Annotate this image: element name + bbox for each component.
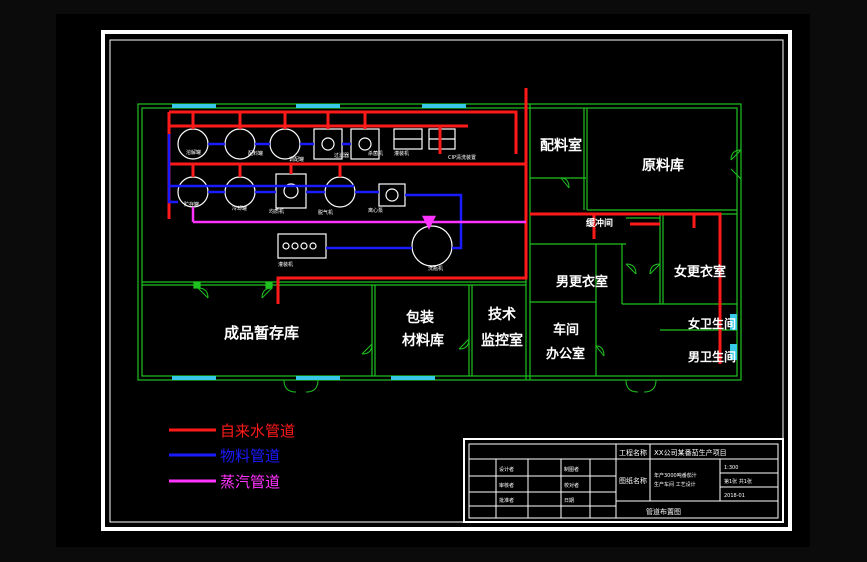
tank-5 (224, 176, 256, 208)
homogenizer (275, 173, 307, 209)
room-label-female-changing: 女更衣室 (674, 264, 726, 280)
room-label-tech: 技术 (488, 306, 516, 323)
cad-viewport: 溶解罐 配料罐 调配罐 过滤器 杀菌机 灌装机 CIP清洗装置 贮存罐 冷却罐 … (56, 14, 810, 547)
room-label-batching: 配料室 (540, 137, 582, 154)
room-labels: 配料室 原料库 缓冲间 男更衣室 女更衣室 女卫生间 男卫生间 成品暂存库 包装… (224, 137, 736, 364)
legend-label-material: 物料管道 (220, 447, 280, 465)
room-label-finished-storage: 成品暂存库 (224, 324, 299, 342)
equipment-label: 调配罐 (289, 156, 304, 163)
room-label-corridor: 缓冲间 (586, 217, 613, 229)
pipe-material (167, 134, 463, 250)
sign-reviewer: 审核者 (499, 482, 514, 489)
equipment-label: 洗瓶机 (428, 265, 443, 272)
sign-designer: 设计者 (499, 466, 514, 473)
drawing-date: 2018-01 (724, 493, 745, 499)
drawing-name-value-2: 生产车间 工艺设计 (654, 481, 696, 488)
equipment-label: 贮存罐 (184, 201, 199, 208)
equipment-label: 冷却罐 (232, 205, 247, 212)
sign-approver: 批准者 (499, 497, 514, 504)
drawing-title: 管道布置图 (646, 507, 681, 516)
project-name-value: XX公司某番茄生产项目 (654, 448, 727, 457)
room-label-workshop-2: 办公室 (546, 346, 585, 362)
deaerator (378, 183, 406, 207)
drawing-scale: 1:300 (724, 465, 738, 471)
room-label-male-changing: 男更衣室 (556, 274, 608, 290)
bottle-washer (411, 225, 453, 267)
room-label-workshop: 车间 (553, 322, 579, 338)
equipment-labels: 溶解罐 配料罐 调配罐 过滤器 杀菌机 灌装机 CIP清洗装置 贮存罐 冷却罐 … (184, 149, 476, 272)
legend-label-steam: 蒸汽管道 (220, 473, 280, 491)
room-label-toilet-m: 男卫生间 (688, 349, 736, 364)
room-label-raw-material: 原料库 (642, 157, 684, 174)
equipment-label: 杀菌机 (368, 150, 383, 157)
equipment-label: 均质机 (269, 208, 284, 215)
tank-6 (324, 176, 356, 208)
drawing-name-value: 年产3000吨番茄汁 (654, 472, 697, 479)
sign-drafter: 制图者 (564, 466, 579, 473)
room-label-toilet-f: 女卫生间 (688, 316, 736, 331)
sign-checker: 校对者 (564, 482, 579, 489)
process-equipment (177, 128, 456, 267)
legend-label-water: 自来水管道 (220, 422, 295, 440)
equipment-label: 脱气机 (318, 209, 333, 216)
project-name-label: 工程名称 (619, 448, 647, 457)
sheet-number: 第1张 共1张 (724, 478, 752, 485)
equipment-label: 溶解罐 (186, 149, 201, 156)
room-label-tech-2: 监控室 (481, 332, 523, 349)
drawing-name-label: 图纸名称 (619, 476, 647, 485)
equipment-label: CIP清洗装置 (448, 154, 476, 161)
legend: 自来水管道 物料管道 蒸汽管道 (169, 422, 295, 491)
sign-date: 日期 (564, 498, 574, 504)
equipment-label: 灌装机 (394, 150, 409, 157)
filling-machine (277, 233, 327, 259)
equipment-label: 灌装机 (278, 261, 293, 268)
equipment-label: 配料罐 (248, 150, 263, 157)
room-label-packaging: 包装 (406, 309, 435, 326)
tank-3 (269, 128, 301, 160)
room-label-packaging-2: 材料库 (402, 332, 444, 349)
pipeline-layout-drawing: 溶解罐 配料罐 调配罐 过滤器 杀菌机 灌装机 CIP清洗装置 贮存罐 冷却罐 … (101, 30, 792, 531)
equipment-label: 离心泵 (368, 207, 383, 214)
equipment-label: 过滤器 (334, 152, 349, 159)
